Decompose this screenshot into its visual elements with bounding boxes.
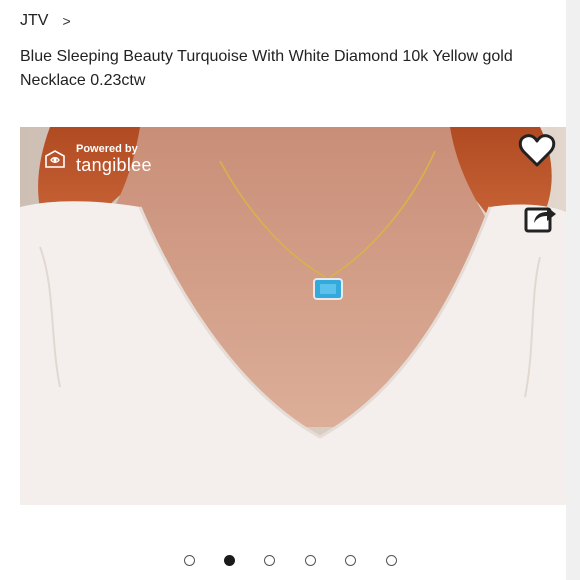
tangiblee-brand-label: tangiblee [76, 155, 152, 175]
carousel-dot[interactable] [184, 555, 195, 566]
carousel-pagination [0, 555, 580, 569]
scroll-gutter [566, 0, 580, 580]
product-page: JTV > Blue Sleeping Beauty Turquoise Wit… [0, 0, 580, 580]
product-image-carousel[interactable]: Powered by tangiblee [20, 127, 566, 505]
breadcrumb-separator: > [62, 13, 71, 29]
powered-by-label: Powered by [76, 143, 138, 155]
share-arrow-icon [524, 201, 558, 233]
favorite-button[interactable] [517, 131, 557, 171]
heart-outline-icon [518, 134, 556, 168]
carousel-dot[interactable] [345, 555, 356, 566]
product-photo [20, 127, 566, 505]
breadcrumb-store-link[interactable]: JTV [20, 10, 48, 32]
breadcrumb: JTV > [20, 10, 71, 32]
product-title: Blue Sleeping Beauty Turquoise With Whit… [20, 48, 513, 89]
carousel-dot[interactable] [305, 555, 316, 566]
share-button[interactable] [521, 197, 561, 237]
carousel-dot-active[interactable] [224, 555, 235, 566]
tangiblee-badge: Powered by tangiblee [44, 143, 152, 175]
carousel-dot[interactable] [386, 555, 397, 566]
carousel-dot[interactable] [264, 555, 275, 566]
tangiblee-logo-icon [44, 148, 70, 170]
